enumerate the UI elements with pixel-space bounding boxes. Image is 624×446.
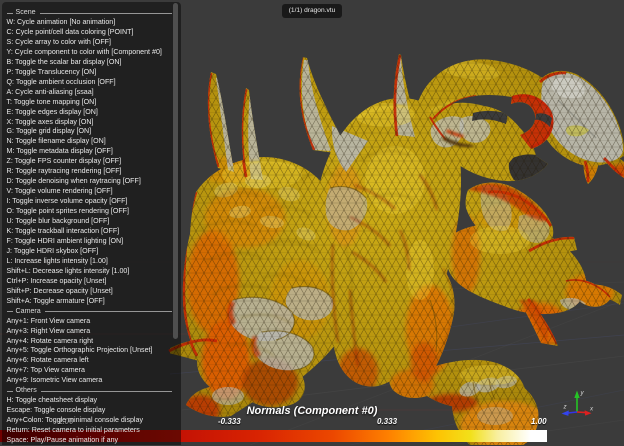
svg-text:y: y bbox=[580, 390, 585, 397]
svg-text:z: z bbox=[563, 404, 568, 411]
svg-text:x: x bbox=[589, 406, 594, 413]
